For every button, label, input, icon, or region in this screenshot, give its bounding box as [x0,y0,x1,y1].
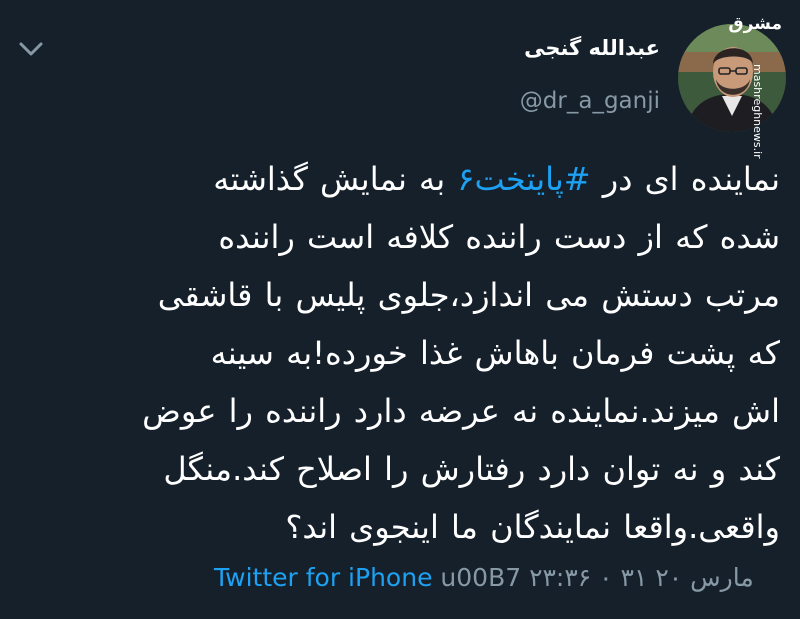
source-link[interactable]: Twitter for iPhone [214,563,432,592]
tweet-line: شده که از دست راننده کلافه است راننده [218,218,780,256]
tweet-footer: Twitter for iPhone u00B7 ۲۳:۳۶ ۰ ۳۱ مارس… [16,563,796,603]
author-handle[interactable]: @dr_a_ganji [360,88,660,114]
tweet-line: کند و نه توان دارد رفتارش را اصلاح کند.م… [163,450,780,488]
avatar-portrait-image [678,24,786,132]
tweet-line: اش میزند.نماینده نه عرضه دارد راننده را … [142,392,780,430]
watermark-logo: مشرق [722,14,782,36]
tweet-text-segment: به نمایش گذاشته [213,160,458,198]
tweet-line: واقعی.واقعا نمایندگان ما اینجوی اند؟ [285,508,780,546]
tweet-line: نماینده ای در #پایتخت۶ به نمایش گذاشته [16,150,780,208]
author-display-name[interactable]: عبدالله گنجی [360,36,660,60]
tweet-line: مرتب دستش می اندازد،جلوی پلیس با قاشقی [157,276,780,314]
hashtag-link[interactable]: #پایتخت۶ [457,160,590,198]
chevron-down-icon[interactable] [18,40,44,58]
tweet-line: که پشت فرمان باهاش غذا خورده!به سینه [210,334,780,372]
tweet-card[interactable]: عبدالله گنجی @dr_a_ganji مشرق mashreghne… [0,0,800,619]
timestamp[interactable]: ۲۳:۳۶ ۰ ۳۱ مارس ۲۰ [529,563,754,592]
watermark-logo-text: مشرق [728,14,782,34]
separator: u00B7 [440,563,522,592]
tweet-text-segment: نماینده ای در [590,160,780,198]
tweet-body: نماینده ای در #پایتخت۶ به نمایش گذاشته ش… [16,150,780,556]
avatar[interactable] [678,24,786,132]
